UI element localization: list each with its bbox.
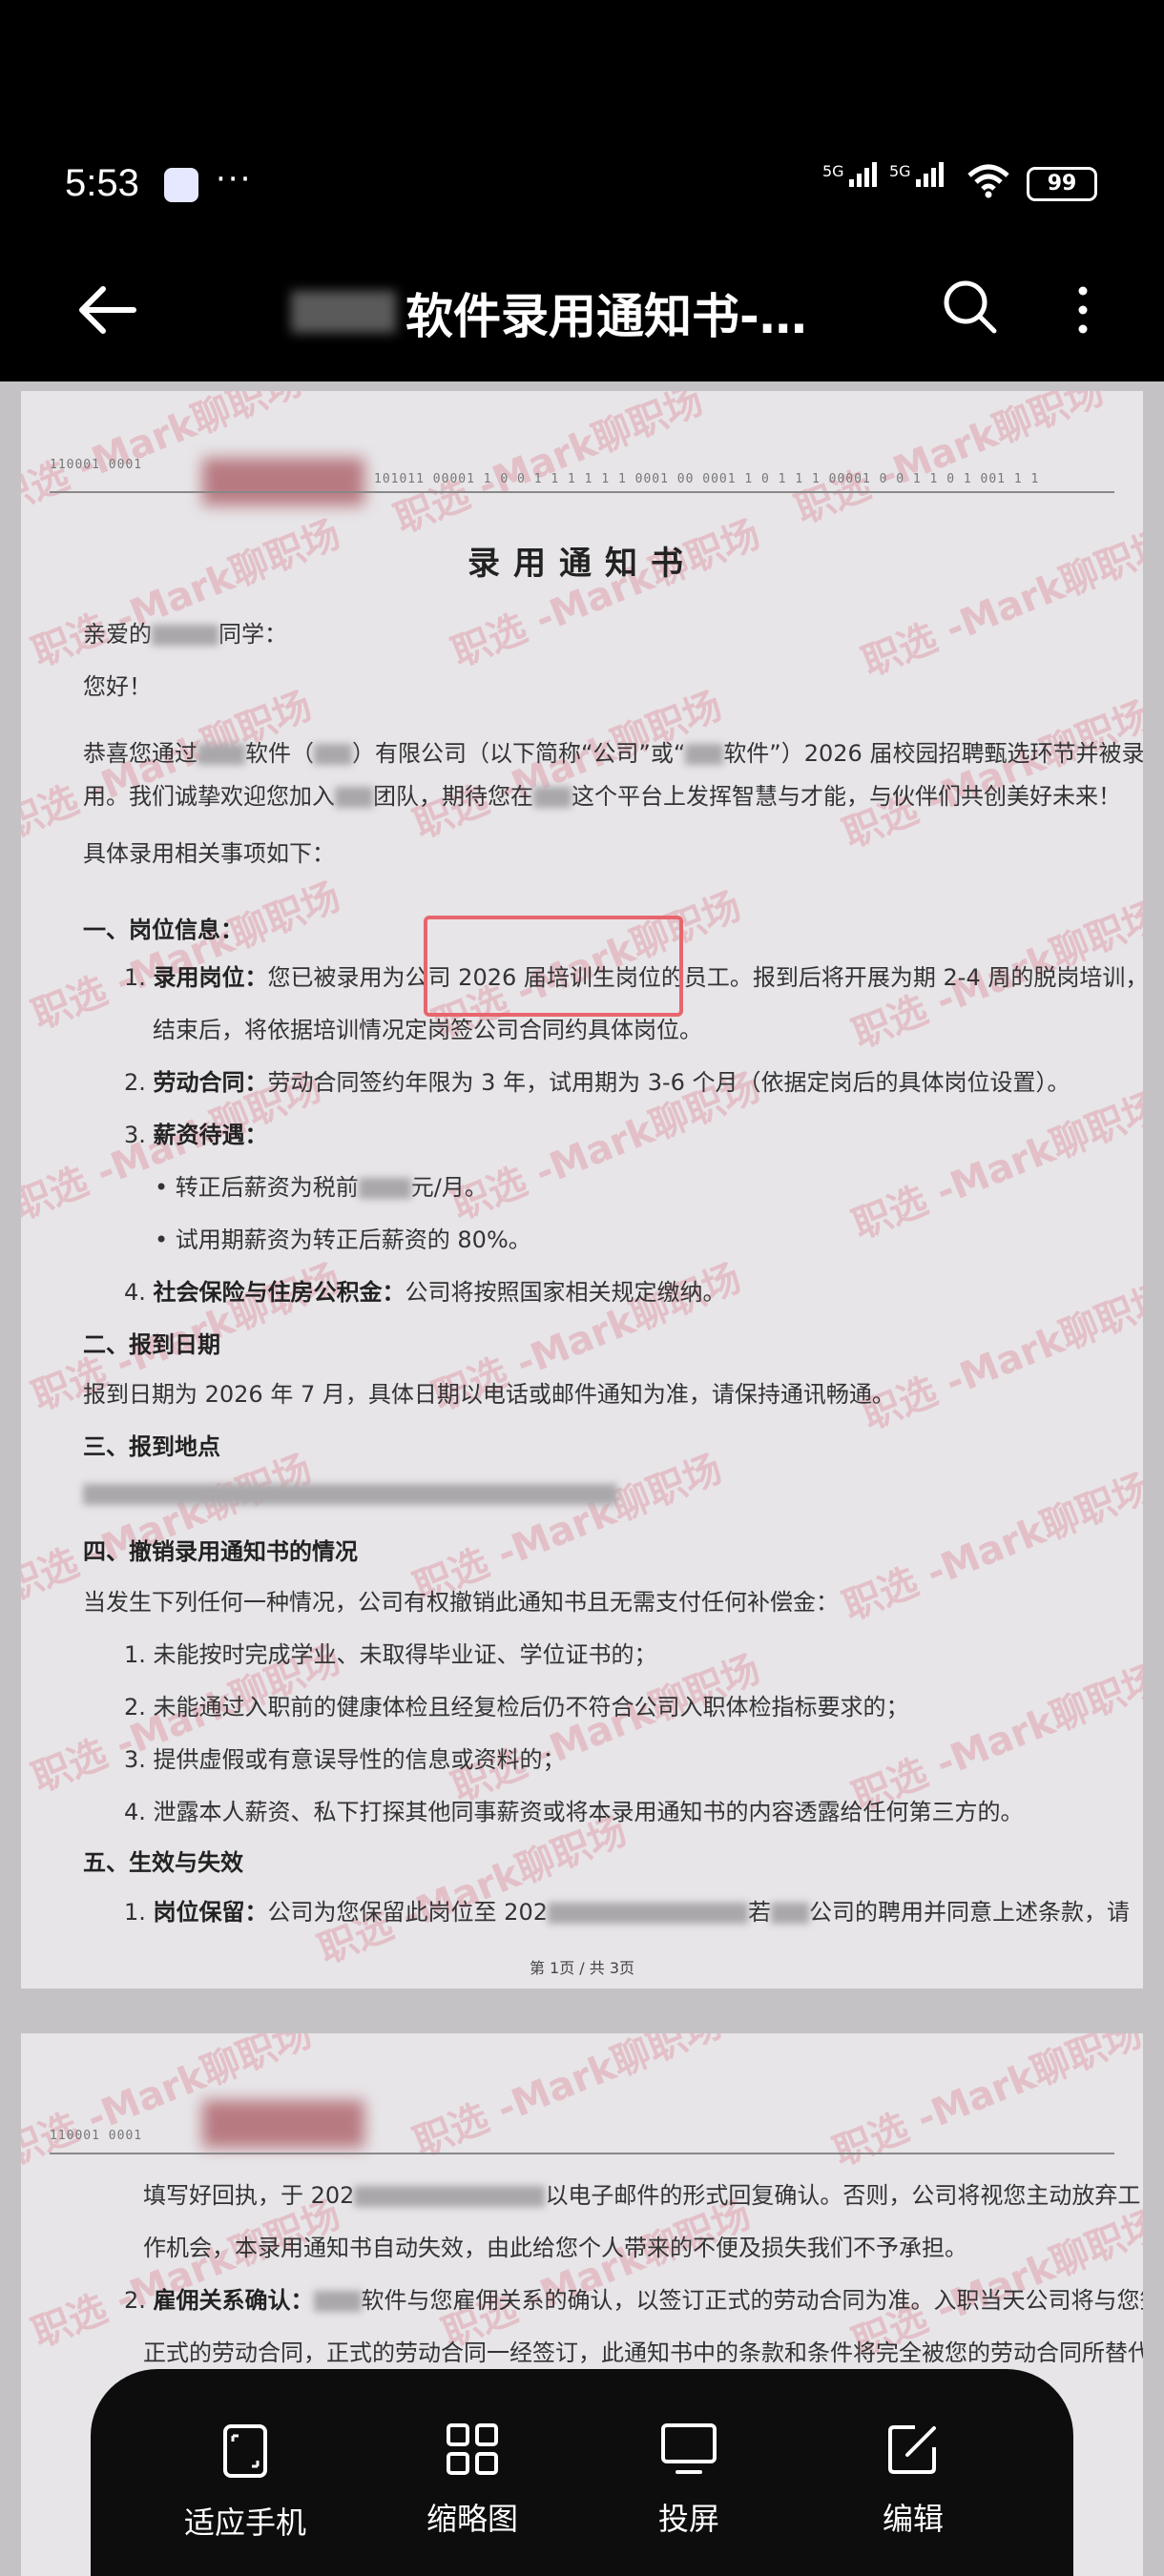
header-divider xyxy=(50,2153,1114,2154)
redacted-company-logo xyxy=(202,2100,364,2148)
edit-button[interactable]: 编辑 xyxy=(818,2422,1008,2539)
watermark: 职选 -Mark聊职场 xyxy=(837,693,1143,857)
section-4-heading: 四、撤销录用通知书的情况 xyxy=(83,1538,358,1565)
fit-phone-button[interactable]: 适应手机 xyxy=(150,2422,341,2543)
monitor-icon xyxy=(661,2423,717,2474)
section-1-heading: 一、岗位信息： xyxy=(83,917,243,943)
salary-bullet-1: • 转正后薪资为税前 元/月。 xyxy=(155,1174,488,1201)
revoke-item-1: 1. 未能按时完成学业、未取得毕业证、学位证书的； xyxy=(124,1641,657,1668)
header-divider xyxy=(50,491,1114,493)
battery-icon: 99 xyxy=(1027,167,1097,201)
insurance-line: 4. 社会保险与住房公积金：公司将按照国家相关规定缴纳。 xyxy=(124,1279,726,1306)
watermark: 职选 -Mark聊职场 xyxy=(26,512,347,676)
watermark: 职选 -Mark聊职场 xyxy=(436,2193,758,2357)
revoke-item-3: 3. 提供虚假或有意误导性的信息或资料的； xyxy=(124,1746,566,1773)
watermark: 职选 -Mark聊职场 xyxy=(388,391,710,543)
revoke-item-4: 4. 泄露本人薪资、私下打探其他同事薪资或将本录用通知书的内容透露给任何第三方的… xyxy=(124,1799,1024,1825)
page-number: 第 1页 / 共 3页 xyxy=(529,1959,635,1977)
doc-header-code: 110001 0001 xyxy=(50,2129,143,2143)
watermark: 职选 -Mark聊职场 xyxy=(789,391,1111,533)
employment-confirm-line-2: 正式的劳动合同，正式的劳动合同一经签订，此通知书中的条款和条件将完全被您的劳动合… xyxy=(143,2339,1143,2366)
document-title: 软件录用通知书-… xyxy=(405,289,807,344)
doc-header-code-rest: 101011 00001 1 0 0 1 1 1 1 1 1 0001 00 0… xyxy=(374,472,1040,486)
watermark: 职选 -Mark聊职场 xyxy=(837,1466,1143,1630)
hello-line: 您好！ xyxy=(83,673,152,700)
redacted-company-logo xyxy=(202,458,364,505)
watermark: 职选 -Mark聊职场 xyxy=(26,2193,347,2357)
back-arrow-icon[interactable] xyxy=(74,281,141,339)
search-icon[interactable] xyxy=(940,277,999,336)
doc-header-code: 110001 0001 xyxy=(50,458,143,472)
section-5-heading: 五、生效与失效 xyxy=(83,1849,243,1876)
app-notification-icon xyxy=(164,168,198,202)
document-page-1: 职选 -Mark聊职场 职选 -Mark聊职场 职选 -Mark聊职场 职选 -… xyxy=(21,391,1143,1989)
watermark: 职选 -Mark聊职场 xyxy=(312,1809,634,1973)
revoke-item-2: 2. 未能通过入职前的健康体检且经复检后仍不符合公司入职体检指标要求的； xyxy=(124,1694,909,1721)
report-location-line xyxy=(83,1480,617,1507)
section-3-heading: 三、报到地点 xyxy=(83,1433,220,1460)
retention-line: 1. 岗位保留：公司为您保留此岗位至 202 若公司的聘用并同意上述条款，请 xyxy=(124,1899,1130,1926)
fit-screen-icon xyxy=(223,2424,267,2478)
continuation-line-1: 填写好回执，于 202 以电子邮件的形式回复确认。否则，公司将视您主动放弃工 xyxy=(143,2182,1141,2209)
details-intro: 具体录用相关事项如下： xyxy=(83,840,335,867)
report-date-line: 报到日期为 2026 年 7 月，具体日期以电话或邮件通知为准，请保持通讯畅通。 xyxy=(83,1381,895,1408)
thumbnails-button[interactable]: 缩略图 xyxy=(377,2422,568,2539)
redacted-company-name xyxy=(291,291,396,333)
salary-heading: 3. 薪资待遇： xyxy=(124,1122,268,1148)
letter-title: 录用通知书 xyxy=(468,545,696,583)
intro-line-2: 用。我们诚挚欢迎您加入 团队，期待您在 这个平台上发挥智慧与才能，与伙伴们共创美好未… xyxy=(83,783,1121,810)
more-notifications-icon: ··· xyxy=(216,160,253,198)
highlight-box xyxy=(424,916,683,1017)
signal-5g-icon-2: 5G xyxy=(889,162,944,187)
cast-screen-button[interactable]: 投屏 xyxy=(593,2422,784,2539)
salary-bullet-2: • 试用期薪资为转正后薪资的 80%。 xyxy=(155,1226,531,1253)
bottom-toolbar: 适应手机 缩略图 投屏 编辑 xyxy=(91,2369,1073,2576)
edit-icon xyxy=(888,2425,936,2474)
revoke-intro: 当发生下列任何一种情况，公司有权撤销此通知书且无需支付任何补偿金： xyxy=(83,1589,839,1616)
signal-5g-icon: 5G xyxy=(822,162,877,187)
employment-confirm-line: 2. 雇佣关系确认： 软件与您雇佣关系的确认，以签订正式的劳动合同为准。入职当天公… xyxy=(124,2287,1143,2314)
status-bar: 5:53 ··· 5G 5G 99 xyxy=(0,0,1164,238)
greeting-line: 亲爱的 同学： xyxy=(83,621,287,648)
grid-icon xyxy=(447,2423,498,2475)
wifi-icon xyxy=(967,164,1009,198)
watermark: 职选 -Mark聊职场 xyxy=(846,1084,1143,1248)
watermark: 职选 -Mark聊职场 xyxy=(446,512,767,676)
contract-line: 2. 劳动合同：劳动合同签约年限为 3 年，试用期为 3-6 个月（依据定岗后的… xyxy=(124,1069,1070,1096)
status-time: 5:53 xyxy=(65,162,139,204)
more-vertical-icon[interactable] xyxy=(1069,281,1097,339)
watermark: 职选 -Mark聊职场 xyxy=(407,2033,729,2166)
watermark: 职选 -Mark聊职场 xyxy=(856,1275,1143,1439)
app-bar: 软件录用通知书-… xyxy=(0,238,1164,381)
section-2-heading: 二、报到日期 xyxy=(83,1331,220,1358)
intro-line-1: 恭喜您通过 软件（ ）有限公司（以下简称“公司”或“ 软件”）2026 届校园招聘甄选… xyxy=(83,740,1143,767)
watermark: 职选 -Mark聊职场 xyxy=(827,2033,1143,2175)
continuation-line-2: 作机会，本录用通知书自动失效，由此给您个人带来的不便及损失我们不予承担。 xyxy=(143,2235,967,2261)
